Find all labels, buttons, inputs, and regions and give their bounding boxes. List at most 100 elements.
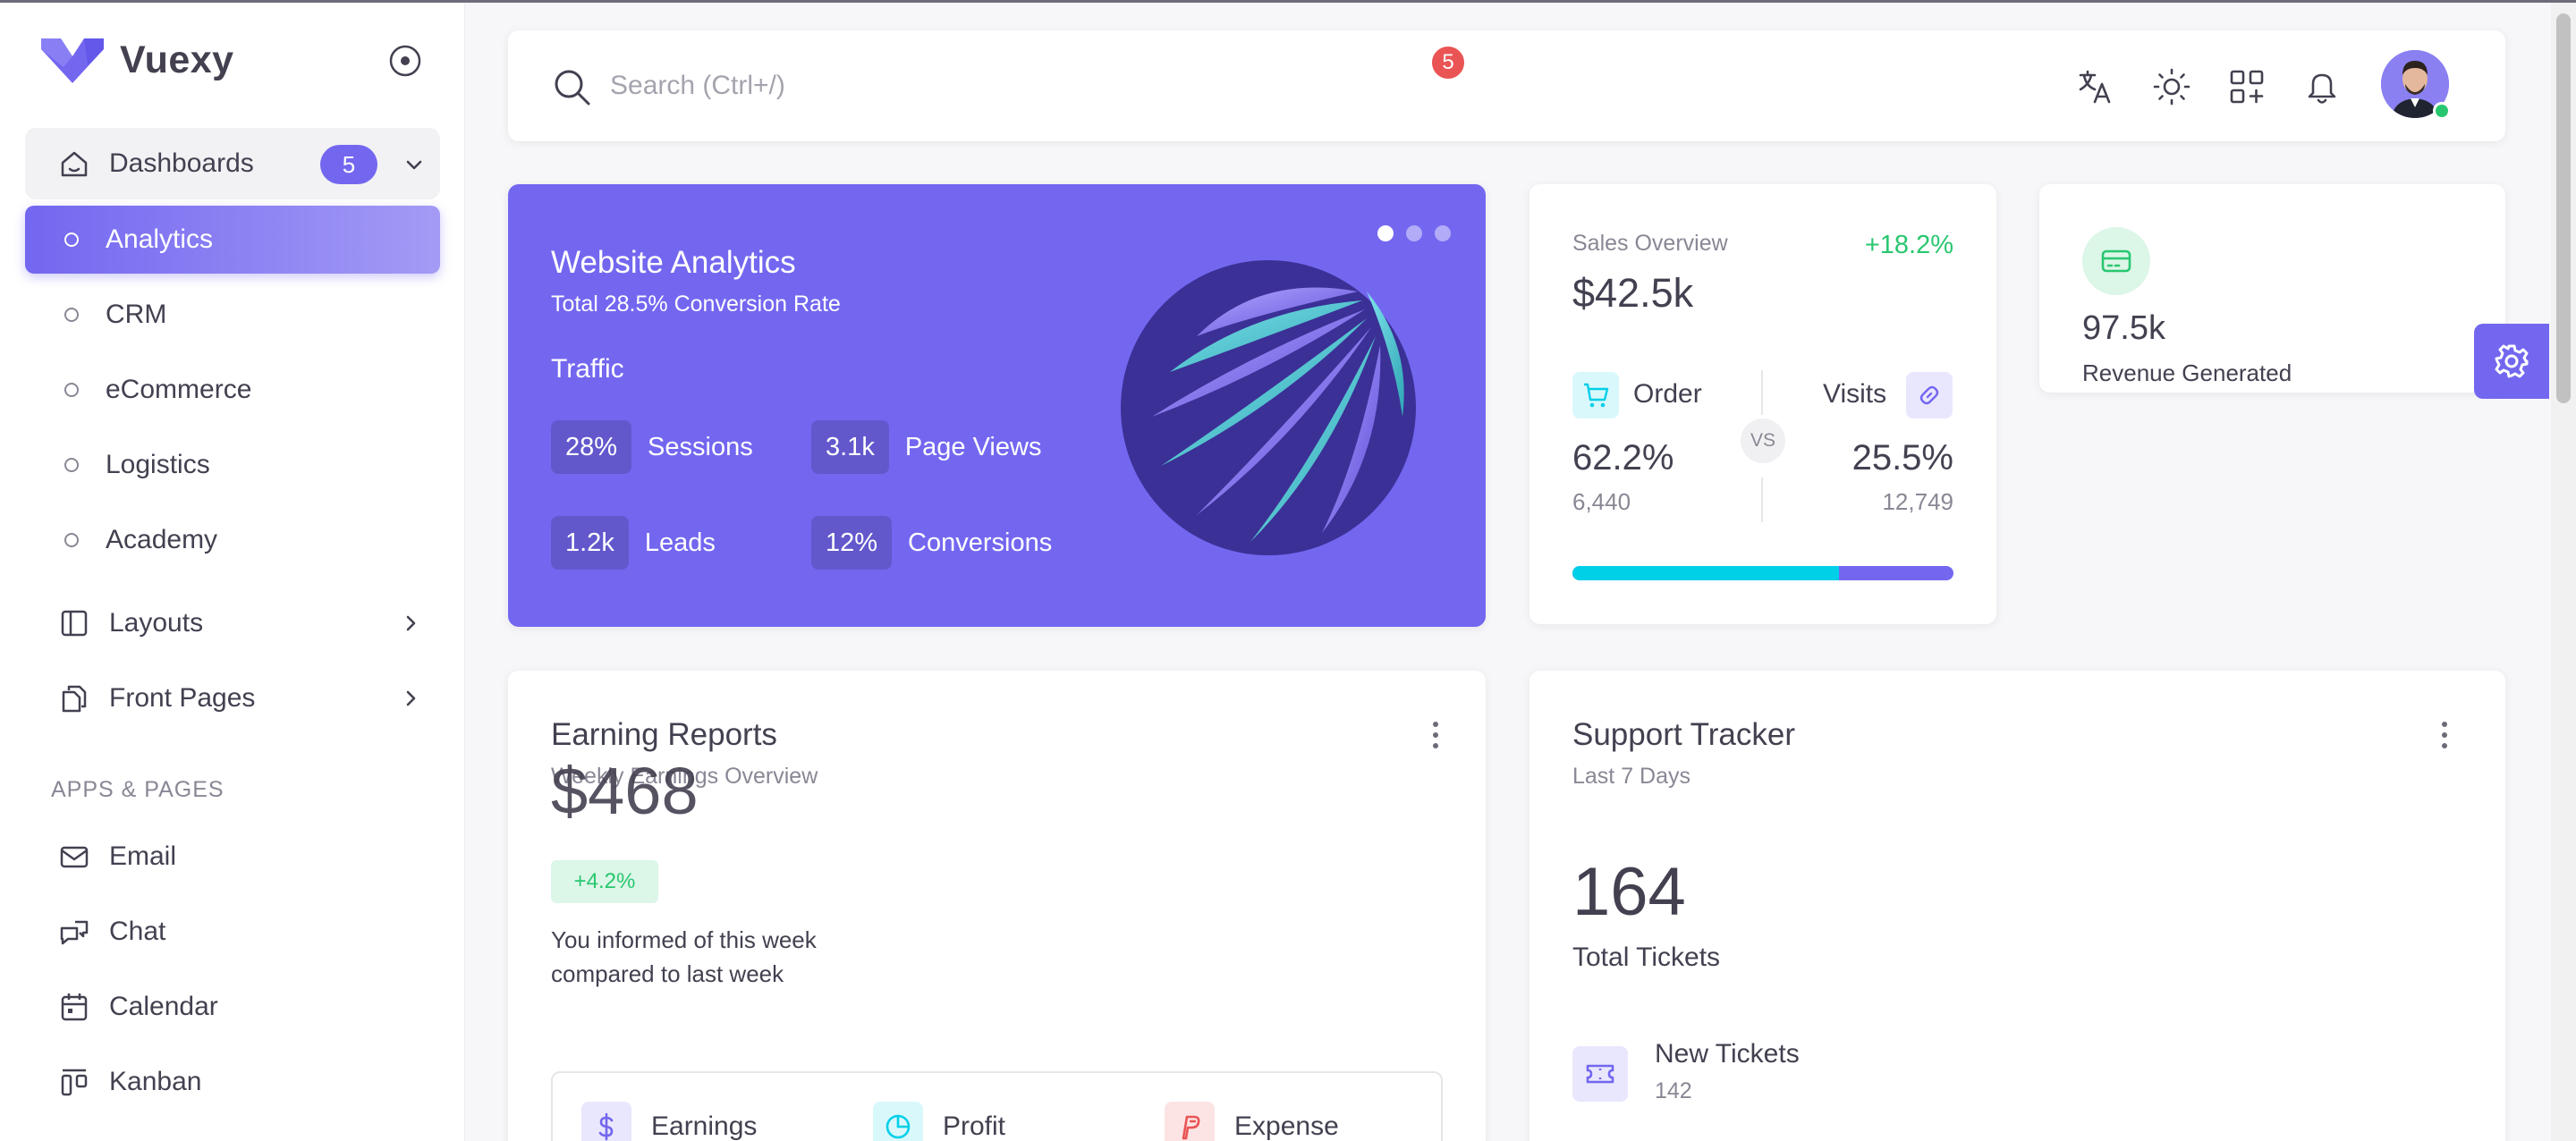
stat-label: Sessions	[648, 432, 753, 461]
sidebar-item-label: eCommerce	[106, 375, 252, 404]
translate-icon[interactable]	[2075, 66, 2116, 107]
sidebar-item-label: CRM	[106, 300, 167, 329]
sales-progress-bar	[1572, 566, 1953, 580]
sidebar-item-layouts[interactable]: Layouts	[25, 589, 440, 657]
visits-percent: 25.5%	[1852, 438, 1953, 478]
brand-name: Vuexy	[120, 38, 234, 81]
kanban-icon	[61, 1069, 88, 1096]
divider	[1761, 370, 1763, 415]
messages-icon	[60, 920, 89, 945]
revenue-label: Revenue Generated	[2082, 359, 2292, 386]
sidebar-item-chat[interactable]: Chat	[25, 898, 440, 966]
stat-value: 12%	[811, 516, 893, 570]
customizer-button[interactable]	[2474, 324, 2549, 399]
bell-icon[interactable]	[2301, 66, 2343, 107]
order-label: Order	[1633, 379, 1702, 409]
sidebar-item-calendar[interactable]: Calendar	[25, 973, 440, 1041]
item-label: Earnings	[651, 1111, 758, 1141]
sidebar: Vuexy Dashboards 5 Analytics CRM eCommer…	[0, 3, 465, 1141]
sidebar-item-kanban[interactable]: Kanban	[25, 1048, 440, 1116]
scrollbar-thumb[interactable]	[2556, 13, 2571, 403]
more-vertical-icon[interactable]	[1422, 717, 1449, 753]
visits-count: 12,749	[1882, 488, 1953, 515]
circle-icon	[64, 533, 79, 547]
divider	[1761, 478, 1763, 522]
search-input[interactable]	[610, 63, 1415, 109]
visits-label: Visits	[1823, 379, 1887, 409]
sidebar-item-ecommerce[interactable]: eCommerce	[25, 356, 440, 424]
circle-icon	[64, 232, 79, 247]
support-tracker-card: Support Tracker Last 7 Days 164 Total Ti…	[1530, 671, 2505, 1141]
sidebar-item-label: Kanban	[109, 1067, 202, 1096]
sidebar-item-label: Calendar	[109, 992, 218, 1021]
dollar-icon	[581, 1102, 631, 1141]
earning-description: You informed of this week compared to la…	[551, 926, 817, 987]
revenue-card: 97.5k Revenue Generated	[2039, 184, 2505, 393]
top-navbar: 5	[508, 30, 2505, 141]
sidebar-item-analytics[interactable]: Analytics	[25, 206, 440, 274]
sidebar-item-crm[interactable]: CRM	[25, 281, 440, 349]
total-tickets-value: 164	[1572, 854, 1686, 930]
card-title: Support Tracker	[1572, 717, 1795, 752]
chevron-right-icon	[406, 615, 416, 631]
grid-plus-icon[interactable]	[2226, 66, 2267, 107]
chart-pie-icon	[873, 1102, 923, 1141]
more-vertical-icon[interactable]	[2431, 717, 2458, 753]
order-percent: 62.2%	[1572, 438, 1674, 478]
cart-icon	[1572, 372, 1619, 418]
vs-badge: VS	[1741, 418, 1785, 463]
sidebar-item-academy[interactable]: Academy	[25, 506, 440, 574]
chevron-down-icon	[406, 160, 422, 170]
circle-icon	[64, 308, 79, 322]
calendar-icon	[61, 993, 88, 1021]
smart-home-icon	[61, 151, 88, 177]
mail-icon	[60, 846, 89, 868]
stat-label: Page Views	[904, 432, 1042, 461]
earning-breakdown: Earnings Profit Expense	[551, 1071, 1443, 1141]
chevron-right-icon	[406, 690, 416, 706]
item-label: Expense	[1234, 1111, 1339, 1141]
gear-icon	[2495, 344, 2529, 378]
stat-label: Conversions	[908, 528, 1053, 557]
sun-icon[interactable]	[2151, 66, 2192, 107]
stat-value: 1.2k	[551, 516, 629, 570]
expense-item: Expense	[1165, 1102, 1339, 1141]
new-tickets-label: New Tickets	[1655, 1039, 1800, 1069]
sidebar-item-label: Layouts	[109, 608, 204, 638]
brand-paypal-icon	[1165, 1102, 1215, 1141]
search-icon[interactable]	[551, 66, 594, 109]
link-icon	[1906, 372, 1953, 418]
sidebar-item-label: Dashboards	[109, 148, 254, 178]
sidebar-item-logistics[interactable]: Logistics	[25, 431, 440, 499]
website-analytics-card: Website Analytics Total 28.5% Conversion…	[508, 184, 1486, 627]
progress-fill	[1572, 566, 1840, 580]
card-title: Sales Overview	[1572, 231, 1728, 256]
stat-conversions: 12% Conversions	[811, 516, 1052, 570]
total-tickets-label: Total Tickets	[1572, 942, 1721, 972]
sidebar-item-email[interactable]: Email	[25, 823, 440, 891]
stat-page-views: 3.1k Page Views	[811, 420, 1041, 474]
order-count: 6,440	[1572, 488, 1631, 515]
profit-item: Profit	[873, 1102, 1005, 1141]
card-title: Earning Reports	[551, 717, 777, 752]
vuexy-logo-icon	[41, 38, 104, 83]
sidebar-item-label: Front Pages	[109, 683, 256, 713]
carousel-dot[interactable]	[1435, 225, 1451, 241]
growth-badge: +4.2%	[551, 860, 658, 903]
dashboards-count-badge: 5	[320, 145, 377, 184]
brand[interactable]: Vuexy	[41, 37, 234, 83]
circle-icon	[64, 383, 79, 397]
sales-value: $42.5k	[1572, 270, 1694, 316]
sidebar-item-label: Academy	[106, 525, 218, 554]
section-header: APPS & PAGES	[51, 777, 225, 802]
online-status-dot	[2433, 102, 2451, 120]
page-scrollbar[interactable]	[2551, 3, 2576, 1141]
menu-toggle-icon[interactable]	[386, 42, 424, 80]
sidebar-item-label: Email	[109, 841, 177, 871]
card-title: Website Analytics	[551, 245, 796, 280]
growth-value: +18.2%	[1864, 231, 1953, 259]
3d-sphere-illustration	[1121, 260, 1416, 555]
sidebar-item-dashboards[interactable]: Dashboards 5	[25, 128, 440, 199]
sidebar-item-front-pages[interactable]: Front Pages	[25, 664, 440, 732]
sales-overview-card: Sales Overview +18.2% $42.5k Order Visit…	[1530, 184, 1996, 624]
